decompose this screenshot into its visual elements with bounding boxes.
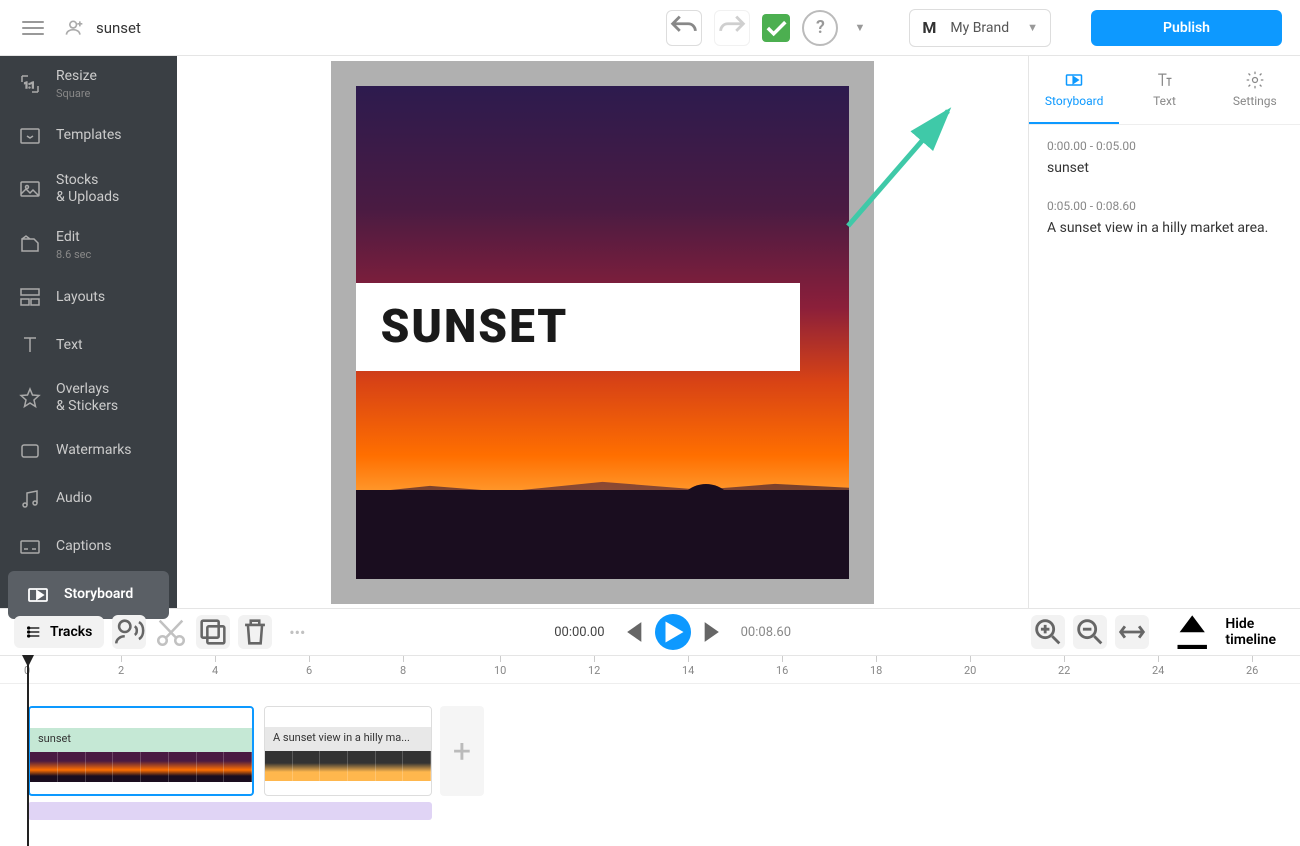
sidebar-item-watermarks[interactable]: Watermarks <box>0 427 177 475</box>
project-title-input[interactable] <box>96 19 226 37</box>
add-clip-button[interactable]: + <box>440 706 484 796</box>
cut-button[interactable] <box>154 615 188 649</box>
sidebar-item-label: Storyboard <box>64 586 133 603</box>
svg-text:1:1: 1:1 <box>24 81 35 90</box>
tab-label: Text <box>1153 94 1176 108</box>
sidebar-item-edit[interactable]: Edit 8.6 sec <box>0 217 177 273</box>
entry-time: 0:00.00 - 0:05.00 <box>1047 139 1282 153</box>
tracks-label: Tracks <box>50 624 92 640</box>
entry-time: 0:05.00 - 0:08.60 <box>1047 199 1282 213</box>
sidebar-item-label: Text <box>56 337 83 354</box>
storyboard-entry[interactable]: 0:05.00 - 0:08.60 A sunset view in a hil… <box>1047 199 1282 239</box>
fit-button[interactable] <box>1115 615 1149 649</box>
canvas-title-text: SUNSET <box>381 300 569 354</box>
sidebar-item-label: Layouts <box>56 289 105 306</box>
add-user-icon[interactable] <box>64 18 84 38</box>
resize-icon: 1:1 <box>18 72 42 96</box>
timeline[interactable]: 02468101214161820222426 sunset A sunset … <box>0 655 1300 846</box>
publish-button[interactable]: Publish <box>1091 10 1282 46</box>
storyboard-entry[interactable]: 0:00.00 - 0:05.00 sunset <box>1047 139 1282 179</box>
layouts-icon <box>18 285 42 309</box>
hide-timeline-label: Hide timeline <box>1225 616 1276 648</box>
sidebar-item-audio[interactable]: Audio <box>0 475 177 523</box>
timeline-clip[interactable]: sunset <box>28 706 254 796</box>
clip-label: sunset <box>30 728 252 752</box>
canvas-area: SUNSET <box>177 56 1028 608</box>
sidebar-item-templates[interactable]: Templates <box>0 112 177 160</box>
delete-button[interactable] <box>238 615 272 649</box>
sidebar-item-label: Edit <box>56 229 91 246</box>
timeline-clip[interactable]: A sunset view in a hilly ma... <box>264 706 432 796</box>
video-preview: SUNSET <box>356 86 849 579</box>
music-icon <box>18 487 42 511</box>
chevron-down-icon: ▼ <box>1027 21 1038 34</box>
sidebar-item-label: Templates <box>56 127 122 144</box>
storyboard-icon <box>26 583 50 607</box>
sidebar-item-layouts[interactable]: Layouts <box>0 273 177 321</box>
playhead[interactable] <box>27 656 29 846</box>
templates-icon <box>18 124 42 148</box>
voice-button[interactable] <box>112 615 146 649</box>
tab-label: Settings <box>1233 94 1277 108</box>
entry-text: A sunset view in a hilly market area. <box>1047 219 1282 239</box>
edit-icon <box>18 233 42 257</box>
zoom-in-button[interactable] <box>1031 615 1065 649</box>
brand-badge: M <box>922 18 936 37</box>
tab-storyboard[interactable]: Storyboard <box>1029 56 1119 124</box>
right-panel: Storyboard Text Settings 0:00.00 - 0:05.… <box>1028 56 1300 608</box>
sidebar-item-label: Stocks & Uploads <box>56 172 119 206</box>
help-button[interactable]: ? <box>802 10 838 46</box>
sidebar-item-storyboard[interactable]: Storyboard <box>8 571 169 619</box>
play-button[interactable] <box>655 614 691 650</box>
menu-icon[interactable] <box>18 17 48 39</box>
tab-text[interactable]: Text <box>1119 56 1209 124</box>
sidebar-item-label: Resize <box>56 68 97 85</box>
tab-label: Storyboard <box>1045 94 1103 108</box>
skip-back-button[interactable] <box>613 615 647 649</box>
sidebar-item-overlays[interactable]: Overlays & Stickers <box>0 369 177 427</box>
sidebar-item-text[interactable]: Text <box>0 321 177 369</box>
text-icon <box>18 333 42 357</box>
current-time: 00:00.00 <box>554 625 604 640</box>
sidebar: 1:1 Resize Square Templates Stocks & Uplo… <box>0 56 177 608</box>
sidebar-item-label: Audio <box>56 490 92 507</box>
sidebar-item-label: Overlays & Stickers <box>56 381 118 415</box>
sidebar-item-sublabel: Square <box>56 87 97 100</box>
watermark-icon <box>18 439 42 463</box>
clip-label: A sunset view in a hilly ma... <box>265 727 431 751</box>
copy-button[interactable] <box>196 615 230 649</box>
total-time: 00:08.60 <box>741 625 791 640</box>
captions-icon <box>18 535 42 559</box>
skip-forward-button[interactable] <box>699 615 733 649</box>
brand-select[interactable]: M My Brand ▼ <box>909 9 1051 47</box>
image-icon <box>18 177 42 201</box>
redo-button[interactable] <box>714 10 750 46</box>
brand-label: My Brand <box>950 20 1009 36</box>
storyboard-icon <box>1064 70 1084 90</box>
sidebar-item-captions[interactable]: Captions <box>0 523 177 571</box>
sidebar-item-label: Captions <box>56 538 112 555</box>
chevron-down-icon[interactable]: ▼ <box>854 21 865 34</box>
zoom-out-button[interactable] <box>1073 615 1107 649</box>
timeline-ruler[interactable]: 02468101214161820222426 <box>0 656 1300 684</box>
entry-text: sunset <box>1047 159 1282 179</box>
collapse-icon <box>1167 607 1217 657</box>
star-icon <box>18 386 42 410</box>
more-button[interactable]: ••• <box>280 615 314 649</box>
sidebar-item-label: Watermarks <box>56 442 132 459</box>
tab-settings[interactable]: Settings <box>1210 56 1300 124</box>
sidebar-item-stocks[interactable]: Stocks & Uploads <box>0 160 177 218</box>
text-icon <box>1154 70 1174 90</box>
sidebar-item-sublabel: 8.6 sec <box>56 248 91 261</box>
undo-button[interactable] <box>666 10 702 46</box>
canvas[interactable]: SUNSET <box>331 61 874 604</box>
sidebar-item-resize[interactable]: 1:1 Resize Square <box>0 56 177 112</box>
audio-track[interactable] <box>28 802 432 820</box>
tracks-button[interactable]: Tracks <box>14 616 104 648</box>
saved-check-icon <box>762 14 790 42</box>
gear-icon <box>1245 70 1265 90</box>
